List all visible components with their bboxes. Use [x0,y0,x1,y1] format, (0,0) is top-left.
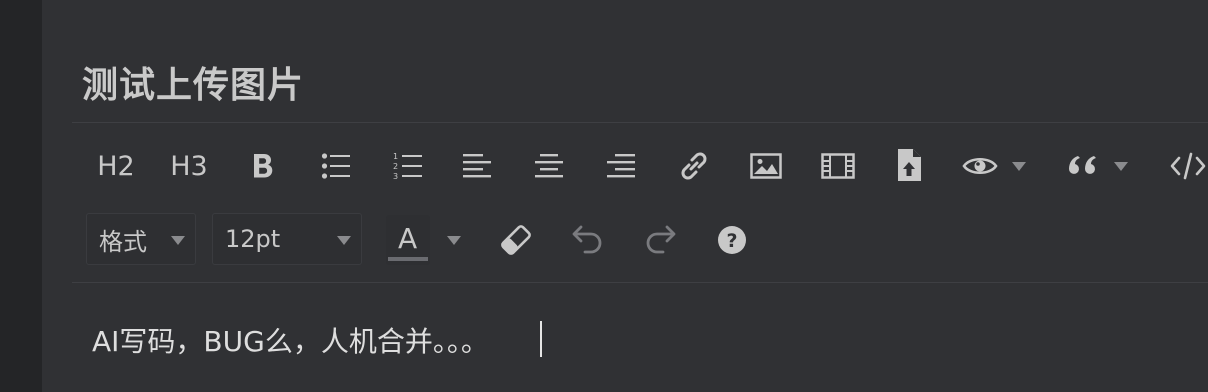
h2-label: H2 [97,150,135,182]
numbered-list-icon: 1 2 3 [393,151,423,181]
image-icon [750,153,782,179]
eye-icon [962,155,998,177]
font-size-chevron-down-icon [337,236,351,245]
left-sidebar-strip [0,0,42,392]
bold-button[interactable] [248,150,278,182]
format-select[interactable]: 格式 [86,213,196,265]
file-upload-button[interactable] [894,146,924,184]
code-icon [1170,151,1206,181]
bullet-list-icon [321,152,351,180]
quote-dropdown[interactable] [1068,150,1138,182]
format-chevron-down-icon [171,236,185,245]
page-title: 测试上传图片 [82,65,305,106]
editor-panel: 测试上传图片 H2 H3 1 2 3 格式 12pt A ? AI写码，BUG么… [42,0,1208,392]
h3-button[interactable]: H3 [166,150,212,182]
bold-icon [251,152,275,180]
redo-icon [643,224,677,256]
preview-dropdown[interactable] [962,150,1032,182]
align-right-icon [606,152,636,180]
text-cursor [540,321,542,357]
h2-button[interactable]: H2 [94,150,138,182]
align-center-icon [534,152,564,180]
align-left-icon [462,152,492,180]
editor-content-text: AI写码，BUG么，人机合并。。。 [92,325,489,358]
clear-format-button[interactable] [498,222,534,258]
undo-icon [571,224,605,256]
quote-icon [1068,154,1102,178]
svg-text:?: ? [726,230,737,252]
font-size-select[interactable]: 12pt [212,213,362,265]
quote-chevron-down-icon [1114,161,1128,171]
help-button[interactable]: ? [716,224,748,256]
align-right-button[interactable] [604,150,638,182]
font-color-letter: A [398,222,418,255]
align-center-button[interactable] [532,150,566,182]
format-label: 格式 [99,227,147,256]
svg-text:1: 1 [393,152,398,161]
toolbar-divider [72,282,1208,283]
svg-text:3: 3 [393,172,398,181]
link-icon [677,149,711,183]
link-button[interactable] [676,148,712,184]
font-color-dropdown[interactable] [442,230,466,250]
title-divider [72,122,1208,123]
redo-button[interactable] [642,222,678,258]
image-button[interactable] [748,150,784,182]
eraser-icon [499,223,533,257]
font-color-bar [388,257,428,261]
align-left-button[interactable] [460,150,494,182]
font-size-value: 12pt [225,225,281,253]
file-upload-icon [896,148,922,182]
font-color-chevron-down-icon [447,235,461,245]
numbered-list-button[interactable]: 1 2 3 [390,150,426,182]
code-button[interactable] [1170,150,1206,182]
bullet-list-button[interactable] [318,150,354,182]
h3-label: H3 [170,150,208,182]
help-icon: ? [717,225,747,255]
video-icon [821,153,855,179]
svg-text:2: 2 [393,162,398,171]
video-button[interactable] [820,150,856,182]
undo-button[interactable] [570,222,606,258]
preview-chevron-down-icon [1012,161,1026,171]
